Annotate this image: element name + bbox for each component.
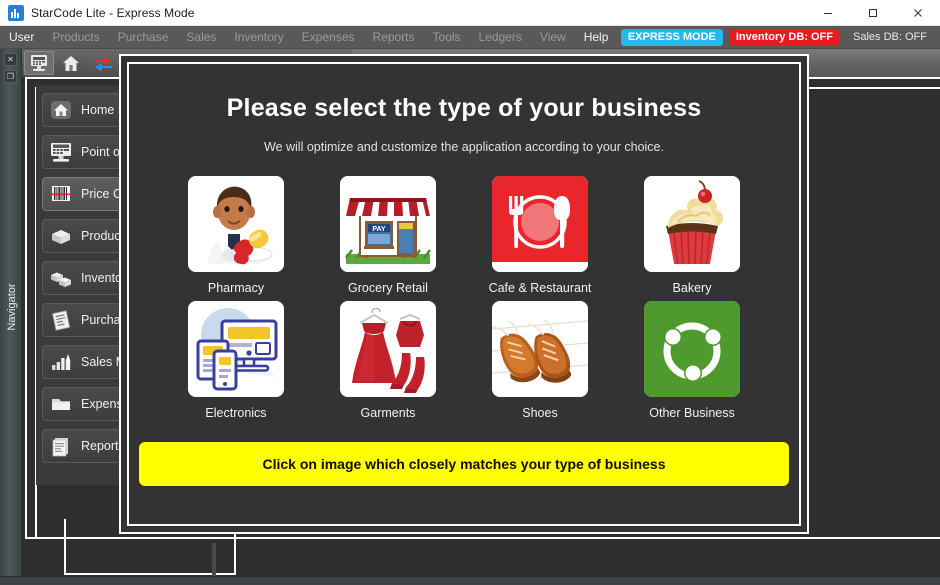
menu-products[interactable]: Products — [43, 26, 108, 49]
cupcake-icon — [644, 176, 740, 272]
business-tile-label: Garments — [360, 406, 416, 420]
maximize-button[interactable] — [850, 0, 895, 26]
pos-icon — [48, 140, 74, 164]
pharmacist-icon — [188, 176, 284, 272]
business-tile-label: Other Business — [649, 406, 735, 420]
dialog-hint-banner: Click on image which closely matches you… — [139, 442, 789, 486]
menu-view[interactable]: View — [531, 26, 575, 49]
box-icon — [48, 224, 74, 248]
business-tile-bakery[interactable]: Bakery — [616, 176, 768, 301]
badge-sales-db: Sales DB: OFF — [853, 30, 927, 43]
bar-chart-icon — [48, 350, 74, 374]
svg-text:SHOP: SHOP — [370, 189, 406, 199]
exchange-icon[interactable] — [88, 51, 118, 75]
business-type-dialog: Please select the type of your business … — [119, 54, 809, 534]
bar-chart-icon — [8, 4, 24, 21]
business-tile-shoes[interactable]: Shoes — [464, 301, 616, 426]
point-of-sale-icon[interactable] — [24, 51, 54, 75]
navigator-panel-label: Navigator — [6, 283, 18, 331]
barcode-icon — [48, 182, 74, 206]
home-icon[interactable] — [56, 51, 86, 75]
shoes-icon — [492, 301, 588, 397]
status-badges: EXPRESS MODE Inventory DB: OFF Sales DB:… — [620, 28, 940, 46]
cutlery-icon — [492, 176, 588, 272]
window-controls — [805, 0, 940, 26]
menu-user[interactable]: User — [0, 26, 43, 49]
dialog-title: Please select the type of your business — [226, 94, 702, 122]
menu-ledgers[interactable]: Ledgers — [470, 26, 531, 49]
menu-sales[interactable]: Sales — [177, 26, 225, 49]
network-icon — [644, 301, 740, 397]
menu-tools[interactable]: Tools — [424, 26, 470, 49]
business-tile-cafe-restaurant[interactable]: Cafe & Restaurant — [464, 176, 616, 301]
sidebar-item-label: Product — [81, 229, 125, 243]
business-tile-label: Grocery Retail — [348, 281, 428, 295]
menu-bar: User Products Purchase Sales Inventory E… — [0, 26, 940, 49]
close-button[interactable] — [895, 0, 940, 26]
application-window: StarCode Lite - Express Mode User Produc… — [0, 0, 940, 585]
menu-reports[interactable]: Reports — [364, 26, 424, 49]
title-bar: StarCode Lite - Express Mode — [0, 0, 940, 26]
navigator-dock-strip: ✕ ❐ Navigator — [0, 49, 22, 576]
devices-icon — [188, 301, 284, 397]
dress-icon — [340, 301, 436, 397]
business-tile-grocery-retail[interactable]: SHOP PAY Grocery Retail — [312, 176, 464, 301]
business-tile-pharmacy[interactable]: Pharmacy — [160, 176, 312, 301]
svg-text:PAY: PAY — [372, 226, 386, 233]
business-tile-garments[interactable]: Garments — [312, 301, 464, 426]
business-tile-label: Shoes — [522, 406, 558, 420]
business-tile-label: Electronics — [205, 406, 267, 420]
business-tile-label: Cafe & Restaurant — [488, 281, 592, 295]
window-title: StarCode Lite - Express Mode — [31, 5, 195, 20]
dialog-subtitle: We will optimize and customize the appli… — [264, 140, 664, 154]
pin-icon[interactable]: ❐ — [4, 70, 17, 83]
business-tile-label: Bakery — [672, 281, 712, 295]
folder-icon — [48, 392, 74, 416]
minimize-button[interactable] — [805, 0, 850, 26]
dialog-content: Please select the type of your business … — [127, 62, 801, 526]
business-tile-other-business[interactable]: Other Business — [616, 301, 768, 426]
close-icon[interactable]: ✕ — [4, 53, 17, 66]
menu-purchase[interactable]: Purchase — [109, 26, 178, 49]
shop-icon: SHOP PAY — [340, 176, 436, 272]
menu-inventory[interactable]: Inventory — [225, 26, 292, 49]
boxes-icon — [48, 266, 74, 290]
badge-inventory-db: Inventory DB: OFF — [728, 28, 841, 46]
status-bar — [0, 576, 940, 585]
invoice-icon — [48, 308, 74, 332]
menu-help[interactable]: Help — [575, 26, 618, 49]
business-tile-electronics[interactable]: Electronics — [160, 301, 312, 426]
document-icon — [48, 434, 74, 458]
business-tile-label: Pharmacy — [207, 281, 265, 295]
mdi-splitter-handle[interactable] — [212, 543, 216, 579]
business-type-grid: Pharmacy SHOP PAY Grocery Retail Cafe & … — [160, 176, 768, 426]
home-icon — [48, 98, 74, 122]
badge-express-mode: EXPRESS MODE — [620, 28, 723, 46]
menu-expenses[interactable]: Expenses — [293, 26, 364, 49]
